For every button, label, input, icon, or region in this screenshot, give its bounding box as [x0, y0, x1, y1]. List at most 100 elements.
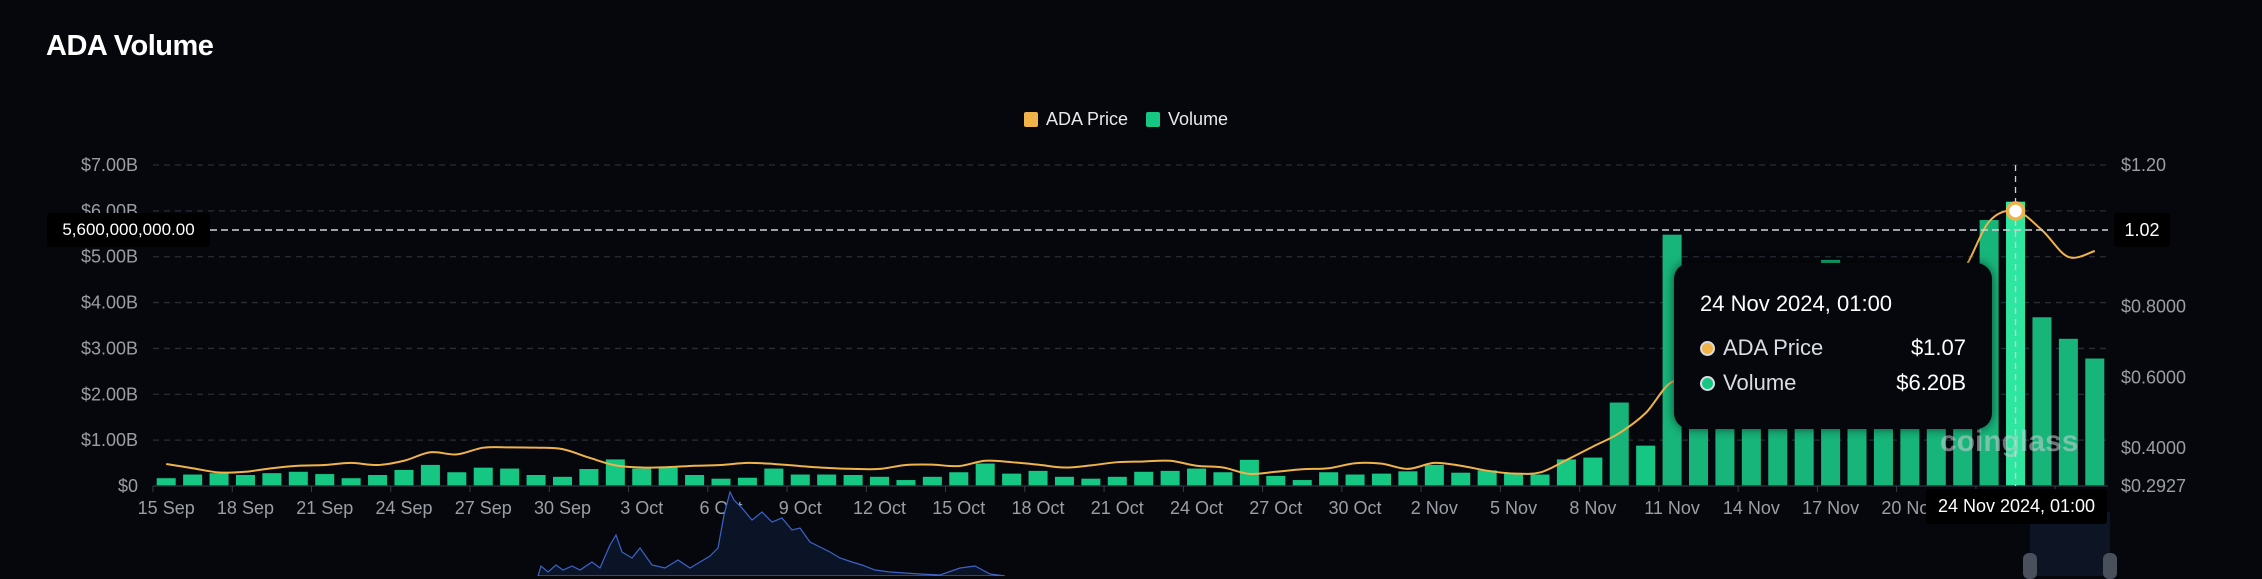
left-axis-tick-label: $0: [118, 476, 138, 496]
volume-bar: [368, 474, 388, 486]
left-axis-tick-label: $1.00B: [81, 430, 138, 450]
left-axis-tick-label: $3.00B: [81, 338, 138, 358]
navigator[interactable]: [537, 490, 2110, 576]
volume-bar: [500, 468, 520, 486]
navigator-right-handle[interactable]: [2103, 553, 2117, 579]
volume-bar: [1107, 476, 1127, 486]
price-dot-icon: [1700, 340, 1715, 356]
volume-bar: [2085, 358, 2105, 486]
x-axis-tick-label: 24 Oct: [1170, 498, 1223, 518]
volume-bar: [1002, 473, 1022, 486]
volume-bar: [1477, 470, 1497, 486]
volume-bar: [1345, 474, 1365, 486]
right-axis-tick-label: $0.4000: [2121, 438, 2186, 458]
volume-bar: [790, 474, 810, 486]
volume-bar: [420, 464, 440, 486]
volume-bar: [1292, 480, 1312, 486]
x-axis-tick-label: 27 Sep: [455, 498, 512, 518]
volume-bar: [1424, 464, 1444, 486]
volume-bar: [975, 463, 995, 486]
tooltip-row-volume: Volume $6.20B: [1700, 370, 1966, 396]
volume-bar: [526, 474, 546, 486]
tooltip-price-label: ADA Price: [1723, 335, 1824, 360]
right-axis-tick-label: $0.8000: [2121, 297, 2186, 317]
volume-bar: [1530, 474, 1550, 486]
coinglass-watermark: coinglass: [1940, 425, 2079, 458]
right-axis-tick-label: $0.6000: [2121, 367, 2186, 387]
volume-bar: [579, 469, 599, 486]
volume-bar: [288, 471, 308, 486]
left-axis-tick-label: $7.00B: [81, 155, 138, 175]
volume-bar: [2058, 338, 2078, 486]
x-axis-tick-label: 24 Sep: [375, 498, 432, 518]
volume-dot-icon: [1700, 375, 1715, 391]
volume-bar: [235, 474, 255, 486]
price-point-marker: [2005, 201, 2026, 221]
volume-bar: [1187, 468, 1207, 486]
volume-bar: [1319, 472, 1339, 486]
volume-bar: [658, 467, 678, 486]
volume-bar: [552, 476, 573, 486]
tooltip-price-value: $1.07: [1910, 335, 1966, 360]
volume-bar: [870, 476, 890, 486]
volume-bar: [315, 474, 335, 486]
crosshair-left-y-label: 5,600,000,000.00: [47, 213, 210, 247]
x-axis-tick-label: 30 Sep: [534, 498, 591, 518]
x-axis-tick-label: 9 Oct: [779, 498, 822, 518]
volume-bar: [447, 472, 467, 486]
x-axis-tick-label: 11 Nov: [1644, 498, 1700, 518]
x-axis-tick-label: 18 Oct: [1012, 498, 1065, 518]
volume-bar: [1160, 470, 1180, 486]
volume-bar: [1266, 475, 1286, 486]
volume-bar: [1081, 478, 1101, 486]
volume-bar: [1213, 472, 1233, 486]
tooltip-volume-label: Volume: [1723, 370, 1797, 395]
left-axis-tick-label: $5.00B: [81, 247, 138, 267]
volume-bar: [922, 476, 942, 486]
crosshair-right-y-label: 1.02: [2114, 213, 2170, 247]
volume-bar: [341, 478, 361, 486]
tooltip: 24 Nov 2024, 01:00 ADA Price $1.07 Volum…: [1674, 263, 1992, 429]
x-axis-tick-label: 30 Oct: [1329, 498, 1382, 518]
volume-bar: [262, 473, 282, 486]
crosshair-x-label: 24 Nov 2024, 01:00: [1926, 489, 2107, 524]
volume-bar: [1636, 445, 1656, 486]
x-axis-tick-label: 15 Oct: [932, 498, 985, 518]
volume-bar: [711, 478, 731, 486]
x-axis-tick-label: 18 Sep: [217, 498, 274, 518]
volume-bar: [843, 474, 863, 486]
x-axis-tick-label: 14 Nov: [1723, 498, 1780, 518]
volume-bar: [394, 469, 414, 486]
volume-bar: [737, 477, 757, 486]
navigator-left-handle[interactable]: [2023, 553, 2037, 579]
volume-bar: [1134, 471, 1154, 486]
right-axis-tick-label: $1.20: [2121, 155, 2166, 175]
x-axis-tick-label: 21 Oct: [1091, 498, 1144, 518]
left-axis-tick-label: $2.00B: [81, 384, 138, 404]
x-axis-tick-label: 27 Oct: [1249, 498, 1302, 518]
volume-bar: [209, 473, 229, 486]
volume-bar: [1609, 402, 1629, 486]
volume-bar: [685, 474, 705, 486]
left-axis-tick-label: $4.00B: [81, 293, 138, 313]
volume-bar: [1371, 473, 1391, 486]
tooltip-date: 24 Nov 2024, 01:00: [1700, 291, 1893, 316]
volume-bar: [817, 474, 837, 486]
volume-bar: [896, 480, 916, 486]
x-axis-tick-label: 5 Nov: [1490, 498, 1537, 518]
right-axis-tick-label: $0.2927: [2121, 476, 2186, 496]
volume-bar: [632, 468, 652, 486]
volume-bar: [1451, 472, 1471, 486]
x-axis-tick-label: 3 Oct: [620, 498, 663, 518]
volume-bar: [1398, 471, 1418, 486]
volume-bar: [764, 468, 784, 486]
volume-bar: [1054, 476, 1074, 486]
volume-bar: [1583, 457, 1603, 486]
volume-bar: [949, 472, 969, 486]
volume-bar: [2032, 317, 2052, 486]
tooltip-volume-value: $6.20B: [1896, 370, 1966, 395]
volume-bar: [156, 478, 176, 486]
volume-bar: [183, 474, 203, 486]
x-axis-tick-label: 15 Sep: [138, 498, 195, 518]
volume-bar: [1028, 470, 1048, 486]
